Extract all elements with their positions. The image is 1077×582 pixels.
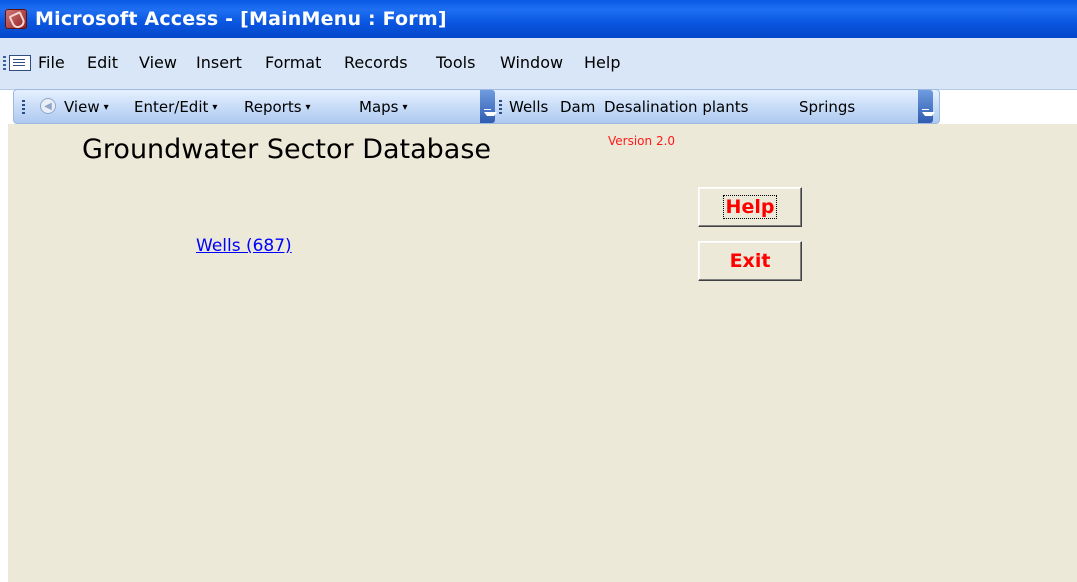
- version-label: Version 2.0: [608, 134, 676, 148]
- menu-format[interactable]: Format: [265, 52, 321, 74]
- window-titlebar: Microsoft Access - [MainMenu : Form]: [0, 0, 1077, 38]
- toolbar-grip-handle[interactable]: [499, 100, 502, 115]
- toolbar-desalination-plants-button[interactable]: Desalination plants: [604, 96, 748, 118]
- menu-edit[interactable]: Edit: [87, 52, 118, 74]
- toolbar-reports-dropdown[interactable]: Reports ▾: [244, 96, 311, 119]
- menu-bar: File Edit View Insert Format Records Too…: [0, 38, 1077, 90]
- help-button-label: Help: [722, 195, 778, 219]
- window-title: Microsoft Access - [MainMenu : Form]: [35, 8, 447, 30]
- dropdown-caret-icon: ▾: [402, 102, 408, 113]
- toolbar-maps-dropdown[interactable]: Maps ▾: [359, 96, 408, 119]
- toolbar-springs-button[interactable]: Springs: [799, 96, 855, 118]
- menu-window[interactable]: Window: [500, 52, 563, 74]
- toolbar-grip-handle[interactable]: [22, 100, 25, 115]
- help-button[interactable]: Help: [698, 187, 802, 227]
- toolbar-options-chevron-icon[interactable]: [480, 90, 497, 123]
- access-key-icon[interactable]: [5, 9, 27, 29]
- toolbar-options-chevron-icon[interactable]: [918, 90, 935, 123]
- form-title: Groundwater Sector Database: [82, 134, 492, 165]
- menu-insert[interactable]: Insert: [196, 52, 242, 74]
- toolbar-view-dropdown[interactable]: View ▾: [64, 96, 109, 119]
- main-menu-form: Groundwater Sector Database Version 2.0 …: [8, 124, 1077, 582]
- toolbar-dam-button[interactable]: Dam: [560, 96, 595, 118]
- dropdown-caret-icon: ▾: [305, 102, 311, 113]
- dropdown-caret-icon: ▾: [212, 102, 218, 113]
- menu-file[interactable]: File: [38, 52, 65, 74]
- menu-view[interactable]: View: [139, 52, 177, 74]
- toolbar-wells-button[interactable]: Wells: [509, 96, 548, 118]
- menu-records[interactable]: Records: [344, 52, 408, 74]
- wells-link[interactable]: Wells (687): [196, 236, 292, 256]
- toolbar-maps-label: Maps: [359, 98, 399, 116]
- toolbar-reports-label: Reports: [244, 98, 302, 116]
- menu-tools[interactable]: Tools: [436, 52, 475, 74]
- form-document-icon[interactable]: [9, 55, 31, 71]
- exit-button[interactable]: Exit: [698, 241, 802, 281]
- back-navigation-icon[interactable]: ◀: [40, 98, 56, 114]
- menu-help[interactable]: Help: [584, 52, 620, 74]
- toolbar-enter-edit-dropdown[interactable]: Enter/Edit ▾: [134, 96, 217, 119]
- toolbar-view-label: View: [64, 98, 100, 116]
- menu-grip-handle[interactable]: [3, 56, 6, 72]
- toolbar-enter-edit-label: Enter/Edit: [134, 98, 209, 116]
- custom-toolbar: ◀ View ▾ Enter/Edit ▾ Reports ▾ Maps ▾ Wells…: [13, 89, 940, 124]
- exit-button-label: Exit: [729, 250, 771, 272]
- dropdown-caret-icon: ▾: [103, 102, 109, 113]
